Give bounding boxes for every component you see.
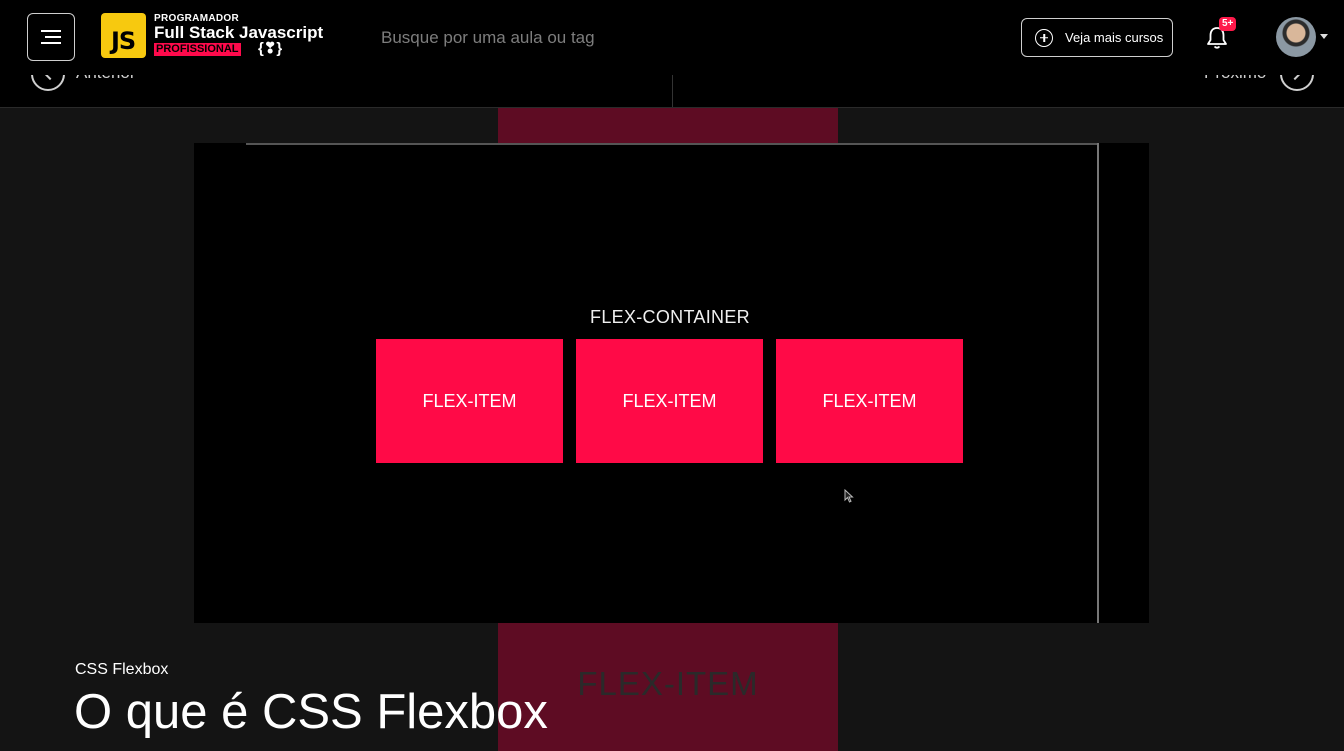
logo-line-2: Full Stack Javascript — [154, 23, 324, 42]
avatar[interactable] — [1276, 17, 1316, 57]
chevron-left-icon[interactable] — [31, 75, 65, 91]
search-input[interactable] — [381, 28, 781, 48]
more-courses-label: Veja mais cursos — [1065, 30, 1164, 45]
flex-item-2: FLEX-ITEM — [576, 339, 763, 463]
chevron-down-icon[interactable] — [1320, 34, 1328, 39]
chevron-right-icon[interactable] — [1280, 75, 1314, 91]
lesson-section-label: CSS Flexbox — [75, 661, 169, 678]
hamburger-icon — [41, 30, 61, 44]
page-title: O que é CSS Flexbox — [74, 685, 548, 739]
container-border-top — [246, 143, 1098, 145]
flex-container-label: FLEX-CONTAINER — [590, 307, 750, 327]
prev-lesson-link[interactable]: Anterior — [76, 75, 136, 83]
js-logo-badge: JS — [101, 13, 146, 58]
top-bar: JS PROGRAMADOR Full Stack Javascript PRO… — [0, 0, 1344, 75]
more-courses-button[interactable]: Veja mais cursos — [1021, 18, 1173, 57]
nav-divider — [672, 75, 673, 107]
video-player[interactable]: FLEX-CONTAINER FLEX-ITEM FLEX-ITEM FLEX-… — [194, 143, 1149, 623]
flex-item-1: FLEX-ITEM — [376, 339, 563, 463]
container-border-right — [1097, 143, 1099, 623]
course-logo[interactable]: JS PROGRAMADOR Full Stack Javascript PRO… — [101, 12, 341, 60]
next-lesson-link[interactable]: Próximo — [1204, 75, 1266, 83]
lesson-nav: Anterior Próximo — [0, 75, 1344, 108]
logo-line-3: PROFISSIONAL — [154, 43, 241, 56]
mouse-cursor-icon — [844, 489, 854, 503]
notification-badge: 5+ — [1219, 17, 1237, 31]
background-flex-item-label: FLEX-ITEM — [577, 665, 759, 702]
plus-circle-icon — [1035, 28, 1053, 47]
logo-brace: {❣} — [258, 40, 283, 57]
flex-item-3: FLEX-ITEM — [776, 339, 963, 463]
menu-button[interactable] — [27, 13, 75, 61]
